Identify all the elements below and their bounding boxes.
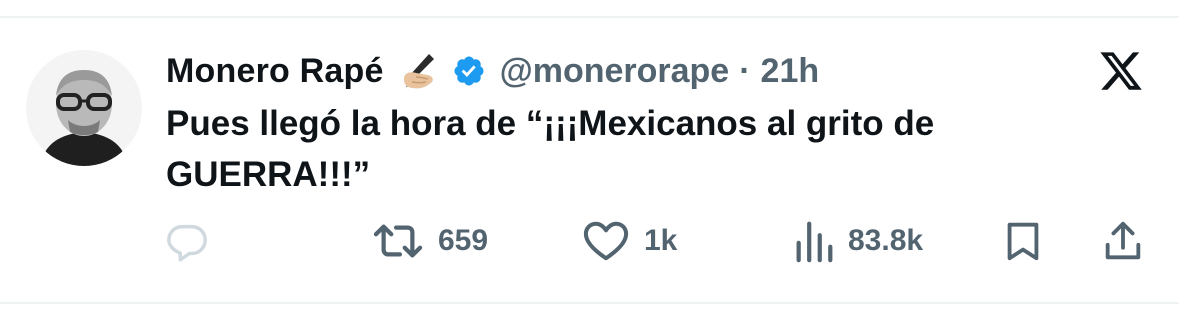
like-count: 1k <box>644 224 678 257</box>
retweet-icon <box>373 224 423 258</box>
tweet-timestamp[interactable]: 21h <box>761 52 820 91</box>
tweet-text: Pues llegó la hora de “¡¡¡Mexicanos al g… <box>166 98 1066 200</box>
share-icon <box>1105 221 1141 260</box>
views-count: 83.8k <box>848 224 924 257</box>
author-display-name[interactable]: Monero Rapé <box>166 52 384 91</box>
verified-badge-icon[interactable] <box>452 54 486 88</box>
writing-hand-emoji-icon <box>398 49 442 93</box>
author-handle[interactable]: @monerorape <box>500 52 730 91</box>
retweet-button[interactable]: 659 <box>370 218 488 264</box>
reply-button[interactable] <box>164 218 222 264</box>
tweet-text-line-1: Pues llegó la hora de “¡¡¡Mexicanos al g… <box>166 104 935 143</box>
heart-icon <box>583 221 629 261</box>
views-icon <box>796 221 833 263</box>
x-logo-icon[interactable] <box>1098 48 1144 94</box>
header-separator: · <box>739 51 751 90</box>
tweet-text-line-2: GUERRA!!!” <box>166 155 371 194</box>
avatar-photo <box>26 50 142 166</box>
bottom-divider <box>0 302 1179 304</box>
reply-icon <box>167 224 207 262</box>
like-button[interactable]: 1k <box>580 218 677 264</box>
bookmark-button[interactable] <box>998 218 1048 264</box>
views-button[interactable]: 83.8k <box>792 218 923 264</box>
avatar[interactable] <box>26 50 142 166</box>
top-divider <box>0 16 1179 18</box>
retweet-count: 659 <box>438 224 489 257</box>
bookmark-icon <box>1007 222 1039 261</box>
tweet-header: Monero Rapé @monerorape · 21h <box>166 44 819 98</box>
share-button[interactable] <box>1098 218 1148 264</box>
